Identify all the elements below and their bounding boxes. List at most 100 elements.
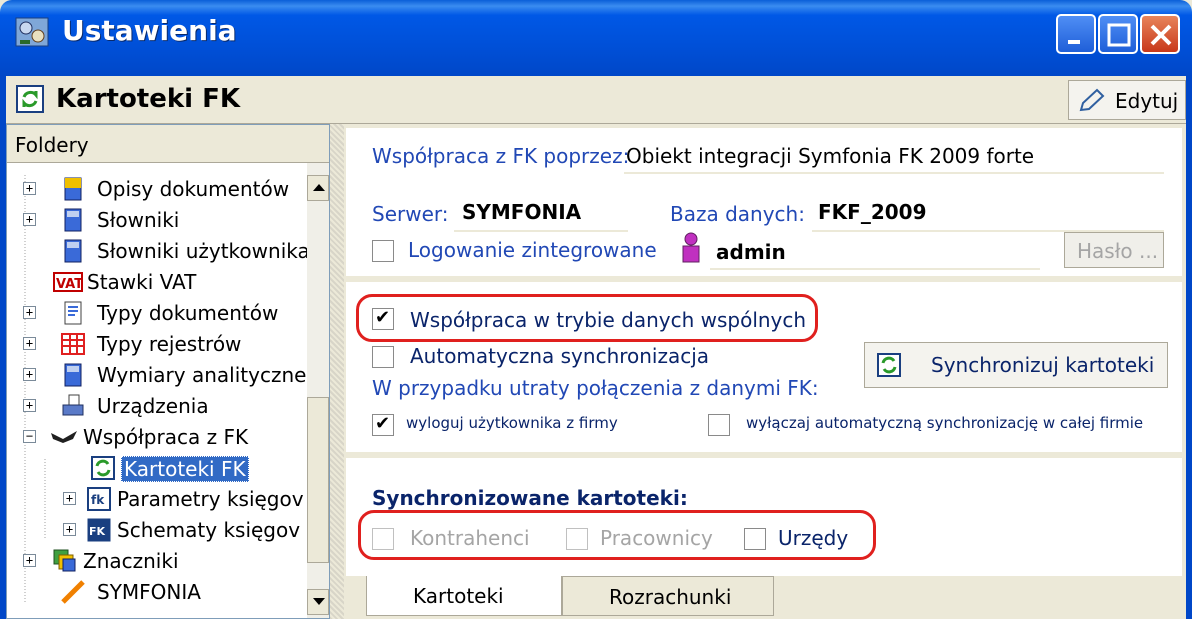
svg-text:FK: FK xyxy=(89,525,106,538)
pracownicy-label: Pracownicy xyxy=(600,526,713,550)
sync-button[interactable]: Synchronizuj kartoteki xyxy=(864,342,1168,388)
tree-item-stawki-vat[interactable]: VAT Stawki VAT xyxy=(17,268,307,298)
arrow-up-icon xyxy=(313,184,325,191)
expand-icon[interactable]: + xyxy=(23,213,36,226)
connection-panel: Współpraca z FK poprzez: Obiekt integrac… xyxy=(346,128,1182,276)
expand-icon[interactable]: + xyxy=(23,306,36,319)
tree-item-wymiary-analityczne[interactable]: + Wymiary analityczne xyxy=(17,361,307,391)
tab-kartoteki-label: Kartoteki xyxy=(413,584,504,608)
folder-tree-scrollbar[interactable] xyxy=(307,163,329,618)
tags-icon xyxy=(53,549,76,572)
integrated-login-label: Logowanie zintegrowane xyxy=(408,238,657,262)
disable-auto-sync-label: wyłączaj automatyczną synchronizację w c… xyxy=(746,414,1144,432)
tree-item-schematy-ksiegowania[interactable]: + FK Schematy księgov xyxy=(17,516,307,546)
disable-auto-sync-checkbox[interactable] xyxy=(708,414,730,436)
arrow-down-icon xyxy=(313,598,325,605)
pracownicy-checkbox[interactable] xyxy=(566,528,588,550)
tree-item-znaczniki[interactable]: + Znaczniki xyxy=(17,547,307,577)
register-types-icon xyxy=(61,333,85,355)
expand-icon[interactable]: + xyxy=(23,182,36,195)
tree-item-typy-rejestrow[interactable]: + Typy rejestrów xyxy=(17,330,307,360)
lost-connection-label: W przypadku utraty połączenia z danymi F… xyxy=(372,376,819,400)
minimize-icon xyxy=(1068,40,1080,44)
server-value: SYMFONIA xyxy=(462,200,582,224)
sync-icon xyxy=(877,353,901,377)
analytics-icon xyxy=(64,363,82,387)
user-dictionary-icon xyxy=(64,239,82,263)
user-underline xyxy=(710,268,1040,270)
tree-item-typy-dokumentow[interactable]: + Typy dokumentów xyxy=(17,299,307,329)
scroll-up-button[interactable] xyxy=(307,175,329,201)
tree-item-slowniki-uzytkownika[interactable]: Słowniki użytkownika xyxy=(17,237,310,267)
logout-user-checkbox[interactable] xyxy=(372,413,394,436)
tree-item-kartoteki-fk[interactable]: Kartoteki FK xyxy=(17,454,307,484)
synced-heading: Synchronizowane kartoteki: xyxy=(372,486,688,510)
auto-sync-label: Automatyczna synchronizacja xyxy=(410,344,710,368)
fk-via-value: Obiekt integracji Symfonia FK 2009 forte xyxy=(626,144,1035,168)
close-button[interactable] xyxy=(1140,14,1180,54)
svg-text:fk: fk xyxy=(91,493,105,507)
tab-rozrachunki-label: Rozrachunki xyxy=(609,585,732,609)
shared-mode-checkbox[interactable] xyxy=(372,307,394,330)
document-types-icon xyxy=(64,301,82,325)
synced-panel: Synchronizowane kartoteki: Kontrahenci P… xyxy=(346,458,1182,576)
sync-icon xyxy=(16,85,44,113)
integrated-login-checkbox[interactable] xyxy=(372,240,394,262)
edit-label: Edytuj xyxy=(1115,89,1179,113)
devices-icon xyxy=(62,394,84,416)
page-header: Kartoteki FK Edytuj xyxy=(6,76,1186,124)
tree-item-parametry-ksiegowania[interactable]: + fk Parametry księgov xyxy=(17,485,307,515)
password-button[interactable]: Hasło ... xyxy=(1064,232,1164,268)
expand-icon[interactable]: + xyxy=(63,492,76,505)
tab-kartoteki[interactable]: Kartoteki xyxy=(366,576,562,616)
server-label: Serwer: xyxy=(372,202,449,226)
minimize-button[interactable] xyxy=(1056,14,1096,54)
settings-app-icon xyxy=(15,17,49,47)
expand-icon[interactable]: + xyxy=(63,523,76,536)
fk-via-label: Współpraca z FK poprzez: xyxy=(372,144,630,168)
tree-item-wspolpraca-z-fk[interactable]: − Współpraca z FK xyxy=(17,423,307,453)
window-title: Ustawienia xyxy=(62,14,237,47)
tab-rozrachunki[interactable]: Rozrachunki xyxy=(562,576,774,616)
scroll-down-button[interactable] xyxy=(307,589,329,615)
handshake-icon xyxy=(51,431,77,443)
folder-tree-panel: Foldery + Opisy dokumentów + Słowniki Sł… xyxy=(6,124,330,619)
edit-button[interactable]: Edytuj xyxy=(1068,80,1186,120)
password-button-label: Hasło ... xyxy=(1077,239,1159,263)
urzedy-checkbox[interactable] xyxy=(744,528,766,550)
tree-item-opisy-dokumentow[interactable]: + Opisy dokumentów xyxy=(17,175,307,205)
scroll-thumb[interactable] xyxy=(307,397,329,563)
window-frame-right xyxy=(1186,76,1192,619)
server-underline xyxy=(454,230,628,232)
urzedy-label: Urzędy xyxy=(778,526,849,550)
database-value: FKF_2009 xyxy=(818,200,927,224)
folder-tree-header: Foldery xyxy=(7,125,329,163)
expand-icon[interactable]: + xyxy=(23,337,36,350)
symfonia-icon xyxy=(61,580,85,604)
maximize-icon xyxy=(1107,23,1131,47)
folder-tree-title: Foldery xyxy=(15,133,89,157)
database-label: Baza danych: xyxy=(670,202,805,226)
kontrahenci-label: Kontrahenci xyxy=(410,526,530,550)
kontrahenci-checkbox[interactable] xyxy=(372,528,394,550)
user-icon xyxy=(682,232,700,263)
window-titlebar[interactable]: Ustawienia xyxy=(0,0,1192,76)
document-description-icon xyxy=(64,177,82,201)
expand-icon[interactable]: + xyxy=(23,399,36,412)
pencil-icon xyxy=(1079,88,1105,112)
tree-item-urzadzenia[interactable]: + Urządzenia xyxy=(17,392,307,422)
tree-selected-label: Kartoteki FK xyxy=(121,456,249,482)
expand-icon[interactable]: + xyxy=(23,368,36,381)
pane-splitter[interactable] xyxy=(330,124,344,619)
auto-sync-checkbox[interactable] xyxy=(372,346,394,368)
sync-button-label: Synchronizuj kartoteki xyxy=(931,353,1155,377)
tree-item-slowniki[interactable]: + Słowniki xyxy=(17,206,307,236)
tree-item-symfonia[interactable]: SYMFONIA xyxy=(17,578,307,608)
expand-icon[interactable]: + xyxy=(23,554,36,567)
shared-mode-label: Współpraca w trybie danych wspólnych xyxy=(410,308,807,332)
settings-content: Współpraca z FK poprzez: Obiekt integrac… xyxy=(344,124,1186,619)
maximize-button[interactable] xyxy=(1098,14,1138,54)
close-icon xyxy=(1150,24,1172,46)
page-title: Kartoteki FK xyxy=(56,84,241,114)
collapse-icon[interactable]: − xyxy=(23,430,36,443)
